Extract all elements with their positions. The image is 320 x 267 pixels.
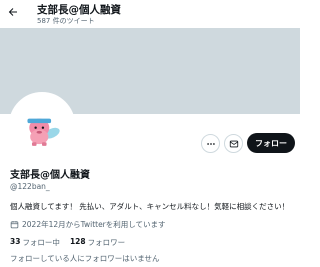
calendar-icon	[10, 221, 19, 229]
profile-name: 支部長@個人融資	[10, 170, 90, 181]
avatar-character-image	[12, 95, 72, 155]
message-button[interactable]	[224, 134, 243, 153]
avatar[interactable]	[9, 92, 75, 158]
follow-button[interactable]: フォロー	[247, 133, 295, 153]
follow-stats: 33 フォロー中 128 フォロワー	[10, 237, 135, 248]
header-title: 支部長@個人融資	[37, 4, 121, 16]
following-label[interactable]: フォロー中	[22, 237, 60, 248]
following-count[interactable]: 33	[10, 237, 20, 248]
followers-label[interactable]: フォロワー	[88, 237, 126, 248]
followers-count[interactable]: 128	[70, 237, 86, 248]
joined-text: 2022年12月からTwitterを利用しています	[22, 220, 166, 229]
more-dots-icon	[206, 142, 215, 145]
profile-header: 支部長@個人融資 587 件のツイート	[0, 0, 300, 28]
tweet-count: 587 件のツイート	[37, 17, 95, 25]
joined-date: 2022年12月からTwitterを利用しています	[10, 219, 166, 230]
envelope-icon	[229, 140, 238, 147]
followers-you-know-note: フォローしている人にフォロワーはいません	[10, 254, 160, 263]
profile-bio: 個人融資してます！ 先払い、アダルト、キャンセル料なし！気軽に相談ください！	[10, 202, 290, 211]
profile-handle: @122ban_	[10, 182, 50, 191]
more-button[interactable]	[201, 134, 220, 153]
arrow-left-icon[interactable]	[6, 5, 20, 19]
